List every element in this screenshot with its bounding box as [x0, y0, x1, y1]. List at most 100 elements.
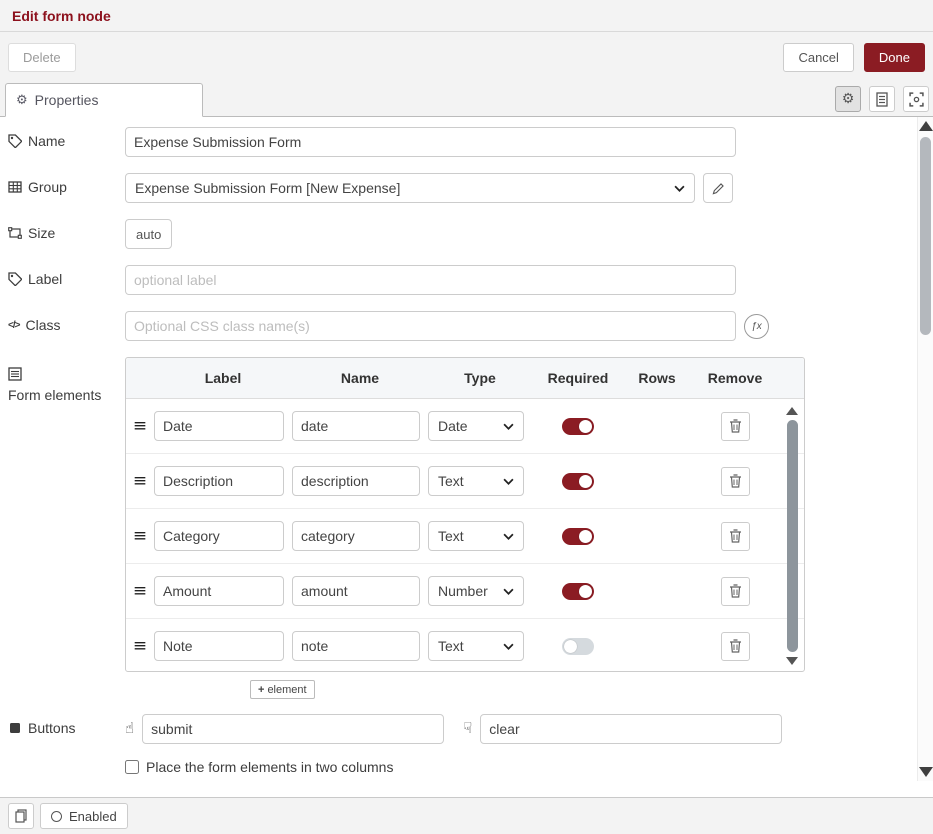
- element-name-input[interactable]: [292, 411, 420, 441]
- element-name-input[interactable]: [292, 576, 420, 606]
- trash-icon: [729, 419, 742, 433]
- two-columns-label: Place the form elements in two columns: [146, 759, 393, 775]
- clear-button-input[interactable]: [480, 714, 782, 744]
- buttons-row: Buttons ☝ ☟: [0, 714, 933, 744]
- delete-button[interactable]: Delete: [8, 43, 76, 72]
- object-group-icon: [8, 226, 22, 240]
- required-toggle[interactable]: [562, 418, 594, 435]
- col-header-remove: Remove: [690, 370, 780, 386]
- main-scrollbar[interactable]: [917, 117, 933, 781]
- form-elements-table-header: Label Name Type Required Rows Remove: [126, 358, 804, 399]
- enabled-toggle-button[interactable]: Enabled: [40, 803, 128, 829]
- enabled-label: Enabled: [69, 809, 117, 824]
- element-name-input[interactable]: [292, 466, 420, 496]
- form-element-row: ≡ Date: [126, 399, 804, 454]
- gear-icon: ⚙: [16, 93, 28, 108]
- thumbs-up-icon: ☝: [125, 714, 134, 737]
- group-select[interactable]: Expense Submission Form [New Expense]: [125, 173, 695, 203]
- edit-group-button[interactable]: [703, 173, 733, 203]
- notes-button[interactable]: [8, 803, 34, 829]
- list-icon: [8, 367, 22, 381]
- expand-button[interactable]: [903, 86, 929, 112]
- table-icon: [8, 180, 22, 194]
- name-input[interactable]: [125, 127, 736, 157]
- tag-icon: [8, 134, 22, 148]
- drag-handle-icon[interactable]: ≡: [126, 636, 154, 656]
- dialog-footer: Enabled: [0, 797, 933, 834]
- dynamic-property-button[interactable]: ƒx: [744, 314, 769, 339]
- add-element-button[interactable]: +element: [250, 680, 315, 699]
- required-toggle[interactable]: [562, 583, 594, 600]
- name-label: Name: [8, 127, 117, 149]
- trash-icon: [729, 639, 742, 653]
- settings-button[interactable]: ⚙: [835, 86, 861, 112]
- scroll-up-icon[interactable]: [919, 121, 933, 131]
- element-label-input[interactable]: [154, 576, 284, 606]
- done-button[interactable]: Done: [864, 43, 925, 72]
- tab-bar: ⚙ Properties ⚙: [0, 82, 933, 117]
- code-icon: </>: [8, 320, 19, 331]
- delete-element-button[interactable]: [721, 577, 750, 606]
- size-row: Size auto: [0, 219, 933, 249]
- col-header-type: Type: [428, 370, 532, 386]
- label-label: Label: [8, 265, 117, 287]
- element-type-select[interactable]: Date: [428, 411, 524, 441]
- element-type-select[interactable]: Text: [428, 521, 524, 551]
- chevron-down-icon: [503, 588, 514, 595]
- table-scrollbar[interactable]: [785, 407, 799, 665]
- required-toggle[interactable]: [562, 473, 594, 490]
- table-scrollbar-thumb[interactable]: [787, 420, 798, 652]
- description-button[interactable]: [869, 86, 895, 112]
- element-type-select[interactable]: Number: [428, 576, 524, 606]
- required-toggle[interactable]: [562, 638, 594, 655]
- drag-handle-icon[interactable]: ≡: [126, 416, 154, 436]
- form-element-row: ≡ Number: [126, 564, 804, 619]
- size-auto-button[interactable]: auto: [125, 219, 172, 249]
- delete-element-button[interactable]: [721, 522, 750, 551]
- col-header-required: Required: [532, 370, 624, 386]
- edit-form-node-dialog: Edit form node Delete Cancel Done ⚙ Prop…: [0, 0, 933, 834]
- cancel-button[interactable]: Cancel: [783, 43, 853, 72]
- form-element-row: ≡ Text: [126, 619, 804, 671]
- class-input[interactable]: [125, 311, 736, 341]
- element-label-input[interactable]: [154, 521, 284, 551]
- plus-icon: +: [258, 684, 264, 696]
- drag-handle-icon[interactable]: ≡: [126, 471, 154, 491]
- label-input[interactable]: [125, 265, 736, 295]
- form-elements-row: Form elements Label Name Type Required R…: [0, 357, 933, 699]
- drag-handle-icon[interactable]: ≡: [126, 581, 154, 601]
- main-scrollbar-thumb[interactable]: [920, 137, 931, 335]
- delete-element-button[interactable]: [721, 412, 750, 441]
- two-columns-checkbox[interactable]: [125, 760, 139, 774]
- group-row: Group Expense Submission Form [New Expen…: [0, 173, 933, 203]
- buttons-label: Buttons: [8, 714, 117, 736]
- circle-icon: [51, 811, 62, 822]
- drag-handle-icon[interactable]: ≡: [126, 526, 154, 546]
- form-elements-table-body: ≡ Date ≡ Text ≡ Text ≡ Number ≡ Text: [126, 399, 804, 671]
- element-type-select[interactable]: Text: [428, 631, 524, 661]
- element-label-input[interactable]: [154, 466, 284, 496]
- required-toggle[interactable]: [562, 528, 594, 545]
- form-elements-table: Label Name Type Required Rows Remove ≡ Da…: [125, 357, 805, 672]
- form-elements-label: Form elements: [8, 357, 117, 403]
- element-label-input[interactable]: [154, 631, 284, 661]
- col-header-rows: Rows: [624, 370, 690, 386]
- fx-icon: ƒx: [751, 321, 762, 332]
- col-header-name: Name: [292, 370, 428, 386]
- scroll-up-icon[interactable]: [786, 407, 798, 415]
- element-name-input[interactable]: [292, 521, 420, 551]
- chevron-down-icon: [503, 643, 514, 650]
- tab-properties[interactable]: ⚙ Properties: [5, 83, 203, 117]
- trash-icon: [729, 529, 742, 543]
- element-name-input[interactable]: [292, 631, 420, 661]
- delete-element-button[interactable]: [721, 632, 750, 661]
- submit-button-input[interactable]: [142, 714, 444, 744]
- delete-element-button[interactable]: [721, 467, 750, 496]
- element-label-input[interactable]: [154, 411, 284, 441]
- element-type-select[interactable]: Text: [428, 466, 524, 496]
- dialog-title: Edit form node: [12, 8, 111, 24]
- group-label: Group: [8, 173, 117, 195]
- scroll-down-icon[interactable]: [919, 767, 933, 777]
- scroll-down-icon[interactable]: [786, 657, 798, 665]
- label-row: Label: [0, 265, 933, 295]
